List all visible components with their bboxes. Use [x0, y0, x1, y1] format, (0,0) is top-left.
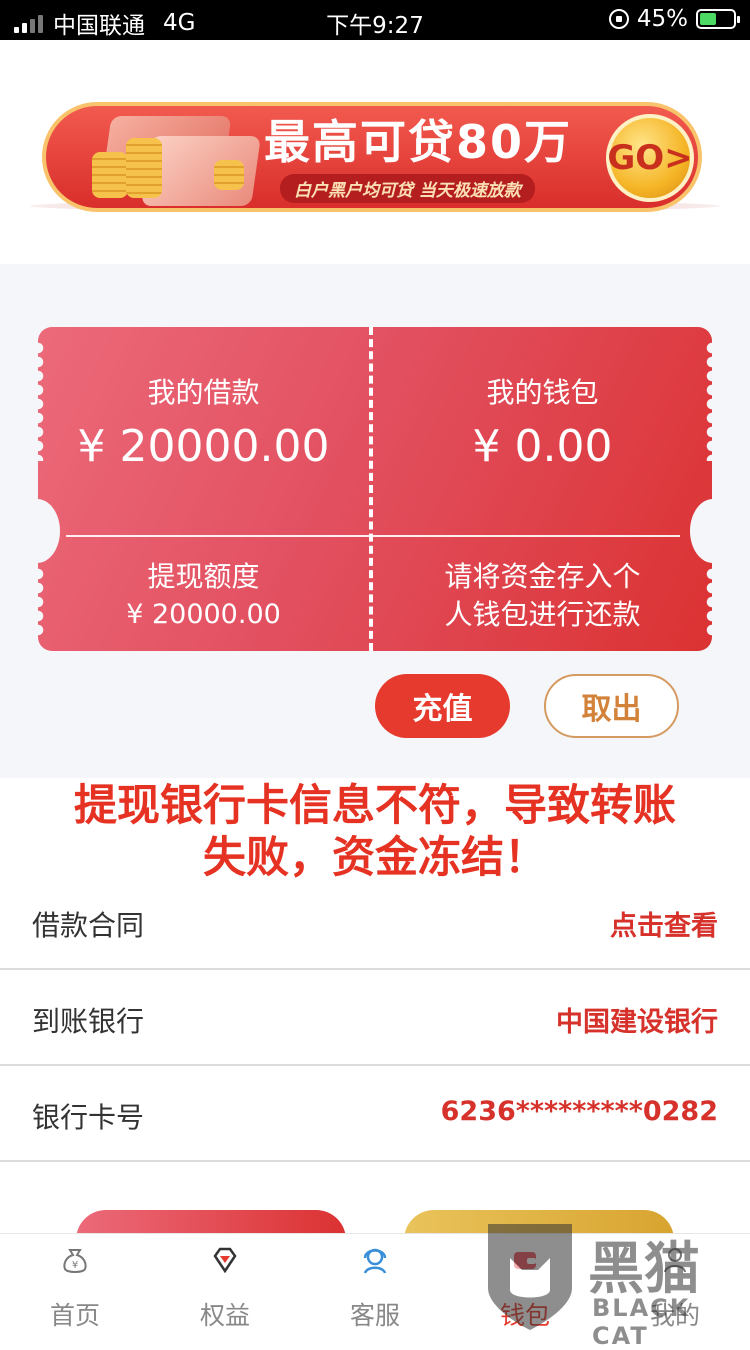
diamond-icon: [213, 1247, 237, 1274]
balance-ticket-card: 我的借款 ¥ 20000.00 我的钱包 ¥ 0.00 提现额度 ¥ 20000…: [38, 327, 712, 651]
repay-hint-line1: 请将资金存入个: [444, 560, 641, 593]
banner-title: 最高可贷80万: [264, 115, 573, 169]
svg-text:¥: ¥: [72, 1260, 78, 1271]
list-item-loan-contract[interactable]: 借款合同 点击查看: [0, 874, 750, 970]
my-loan-label: 我的借款: [147, 376, 260, 409]
battery-percent: 45%: [636, 6, 688, 32]
list-item-receiving-bank: 到账银行 中国建设银行: [0, 970, 750, 1066]
customer-service-icon: [363, 1248, 387, 1274]
withdraw-button[interactable]: 取出: [544, 674, 679, 738]
card-number-value: 6236*********0282: [440, 1096, 718, 1127]
tab-label: 首页: [49, 1301, 100, 1330]
go-button[interactable]: GO>: [606, 114, 694, 202]
watermark-en: BLACK CAT: [592, 1294, 691, 1350]
tab-label: 权益: [199, 1301, 250, 1330]
watermark-cn: 黑猫: [588, 1237, 700, 1302]
tab-benefits[interactable]: 权益: [150, 1234, 300, 1335]
my-loan-value: ¥ 20000.00: [77, 421, 330, 472]
withdraw-limit-label: 提现额度: [147, 560, 260, 593]
loan-promo-banner[interactable]: 最高可贷80万 白户黑户均可贷 当天极速放款 GO>: [20, 82, 720, 222]
row-key: 银行卡号: [32, 1101, 145, 1134]
coin-stack-icon: [126, 138, 162, 198]
orientation-lock-icon: [608, 9, 629, 29]
banner-subtitle: 白户黑户均可贷 当天极速放款: [280, 174, 535, 203]
tab-label: 客服: [349, 1301, 400, 1330]
row-key: 借款合同: [32, 909, 145, 942]
row-key: 到账银行: [32, 1005, 145, 1038]
battery-icon: [696, 9, 740, 29]
status-bar: 中国联通 4G 下午9:27 45%: [0, 0, 750, 40]
wallet-section: 我的借款 ¥ 20000.00 我的钱包 ¥ 0.00 提现额度 ¥ 20000…: [0, 264, 750, 778]
withdraw-limit-value: ¥ 20000.00: [126, 599, 281, 630]
repay-hint-line2: 人钱包进行还款: [444, 598, 641, 631]
charge-button[interactable]: 充值: [375, 674, 510, 738]
coin-stack-icon: [92, 152, 128, 198]
warning-line1: 提现银行卡信息不符，导致转账: [74, 781, 676, 831]
coin-stack-icon: [214, 160, 244, 190]
money-bag-icon: ¥: [63, 1249, 87, 1273]
list-item-card-number: 银行卡号 6236*********0282: [0, 1066, 750, 1162]
my-wallet-value: ¥ 0.00: [472, 421, 613, 472]
black-cat-shield-icon: [488, 1224, 572, 1330]
freeze-warning-text: 提现银行卡信息不符，导致转账 失败，资金冻结！: [0, 780, 750, 884]
tab-customer-service[interactable]: 客服: [300, 1234, 450, 1335]
bank-name-value: 中国建设银行: [556, 1007, 718, 1038]
my-wallet-label: 我的钱包: [486, 376, 599, 409]
tab-home[interactable]: ¥ 首页: [0, 1234, 150, 1335]
view-contract-link[interactable]: 点击查看: [610, 904, 718, 943]
black-cat-watermark: 黑猫 BLACK CAT: [480, 1218, 750, 1350]
